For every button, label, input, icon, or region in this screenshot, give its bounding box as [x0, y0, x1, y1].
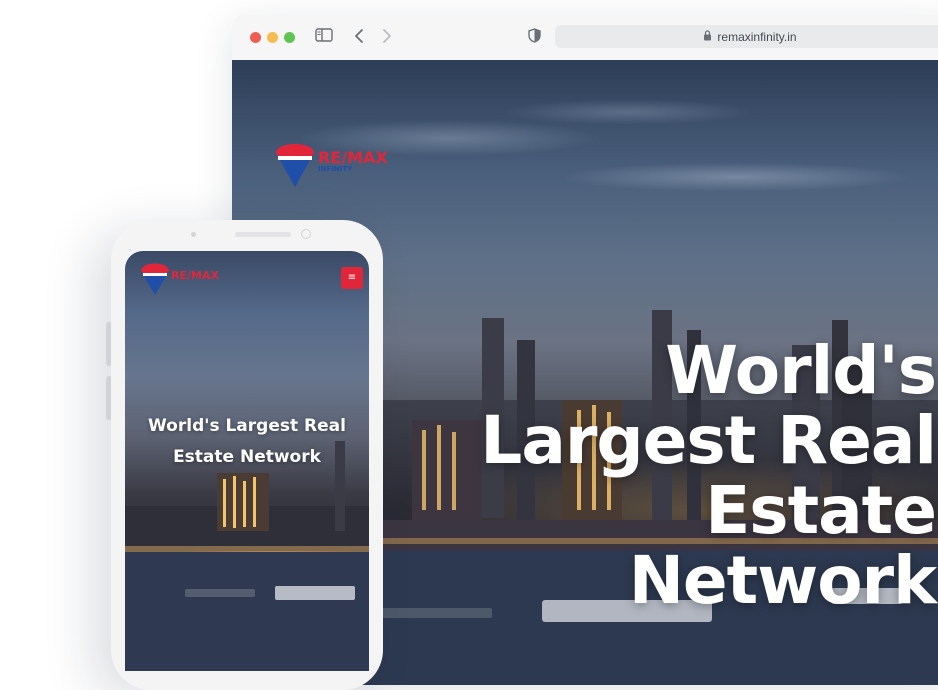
mobile-screen: RE/MAX ≡ World's Largest Real Estate Net… — [125, 251, 369, 671]
remax-logo[interactable]: RE/MAX INFINITY — [274, 137, 394, 201]
back-icon[interactable] — [354, 28, 364, 48]
browser-toolbar: remaxinfinity.in — [232, 15, 938, 60]
phone-sensor — [191, 232, 196, 237]
minimize-window-button[interactable] — [267, 32, 278, 43]
maximize-window-button[interactable] — [284, 32, 295, 43]
brand-subtext: INFINITY — [318, 165, 353, 173]
hamburger-icon: ≡ — [347, 272, 357, 283]
phone-speaker — [235, 232, 291, 237]
lock-icon — [703, 29, 712, 44]
phone-mockup: RE/MAX ≡ World's Largest Real Estate Net… — [111, 220, 383, 690]
sidebar-icon[interactable] — [315, 28, 333, 46]
close-window-button[interactable] — [250, 32, 261, 43]
hamburger-menu-button[interactable]: ≡ — [341, 267, 363, 289]
url-text: remaxinfinity.in — [717, 29, 797, 44]
mobile-remax-logo[interactable]: RE/MAX — [139, 259, 229, 303]
phone-camera — [301, 229, 311, 239]
address-bar[interactable]: remaxinfinity.in — [555, 25, 938, 48]
forward-icon[interactable] — [382, 28, 392, 48]
mobile-brand-text: RE/MAX — [171, 269, 219, 282]
mobile-hero-title: World's Largest Real Estate Network — [148, 416, 346, 467]
shield-icon[interactable] — [528, 28, 541, 47]
hero-title: World's Largest Real Estate Network — [480, 332, 937, 619]
